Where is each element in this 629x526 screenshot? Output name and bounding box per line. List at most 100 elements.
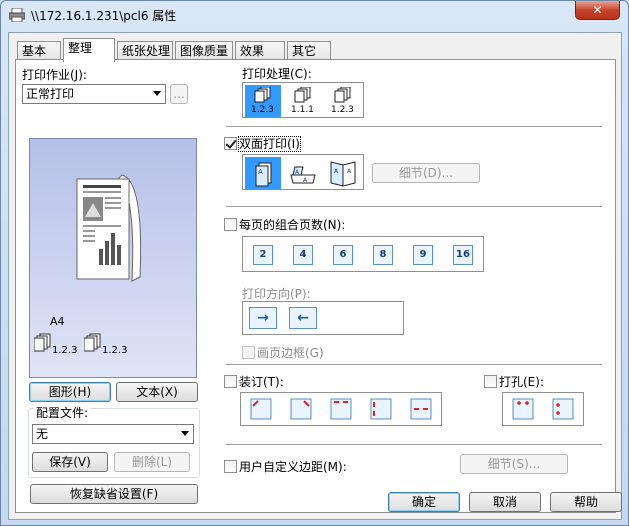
print-job-select[interactable]: 正常打印 (22, 84, 166, 104)
checkbox-icon (224, 375, 237, 388)
option-caption: 1.2.3 (251, 105, 274, 115)
staple-top-dual-icon (330, 398, 352, 420)
custom-margin-details-button[interactable]: 细节(S)... (460, 454, 568, 474)
printer-icon (9, 8, 25, 22)
punch-top-option[interactable] (505, 395, 541, 423)
collate-option[interactable]: 1.2.3 (245, 85, 281, 117)
page-border-label: 画页边框(G) (257, 346, 324, 360)
config-value: 无 (36, 427, 49, 441)
duplex-booklet-option[interactable]: A A (325, 157, 361, 189)
config-select[interactable]: 无 (32, 424, 194, 444)
punch-group (502, 392, 584, 426)
orientation-ltr-option[interactable]: → (245, 304, 281, 332)
save-config-button[interactable]: 保存(V) (32, 452, 108, 472)
staple-left-dual-icon (370, 398, 392, 420)
sample-order-label: 1.2.3 (52, 345, 78, 356)
staple-left-dual-option[interactable] (363, 395, 399, 423)
tab-other[interactable]: 其它 (287, 41, 331, 61)
offset-option[interactable]: 1.2.3 (325, 85, 361, 117)
staple-label: 装订(T): (239, 375, 284, 389)
graphic-view-button[interactable]: 图形(H) (29, 382, 111, 402)
tab-basic[interactable]: 基本 (17, 41, 61, 61)
duplex-short-edge-option[interactable]: A A (285, 157, 321, 189)
nup-9-icon: 9 (413, 245, 433, 265)
staple-top-dual-option[interactable] (323, 395, 359, 423)
custom-margin-label: 用户自定义边距(M): (239, 460, 347, 474)
booklet-icon: A A (330, 161, 356, 187)
staple-top-left-option[interactable] (243, 395, 279, 423)
tab-image-quality[interactable]: 图像质量 (175, 41, 233, 61)
finishing-panel: 打印作业(J): 正常打印 ... A4 1.2.3 1.2.3 图形(H) 文… (15, 59, 622, 513)
custom-margin-checkbox[interactable]: 用户自定义边距(M): (224, 458, 347, 475)
duplex-details-button[interactable]: 细节(D)... (372, 163, 480, 183)
nup-option-2[interactable]: 2 (245, 239, 281, 271)
duplex-short-edge-icon: A A (290, 166, 316, 184)
orientation-rtl-option[interactable]: ← (285, 304, 321, 332)
group-option[interactable]: 1.1.1 (285, 85, 321, 117)
staple-top-right-icon (290, 398, 312, 420)
staple-center-option[interactable] (403, 395, 439, 423)
nup-checkbox[interactable]: 每页的组合页数(N): (224, 216, 345, 233)
title-bar[interactable]: \\172.16.1.231\pcl6 属性 ✕ (1, 1, 628, 29)
staple-center-icon (410, 398, 432, 420)
orientation-label: 打印方向(P): (242, 287, 311, 301)
staple-top-left-icon (250, 398, 272, 420)
duplex-long-edge-option[interactable]: A (245, 157, 281, 189)
staple-checkbox[interactable]: 装订(T): (224, 373, 284, 390)
cancel-button[interactable]: 取消 (469, 492, 541, 512)
restore-defaults-button[interactable]: 恢复缺省设置(F) (30, 484, 198, 504)
separator (226, 126, 602, 128)
separator (226, 206, 602, 208)
tab-effects[interactable]: 效果 (235, 41, 285, 61)
ok-button[interactable]: 确定 (388, 492, 460, 512)
nup-option-4[interactable]: 4 (285, 239, 321, 271)
nup-option-6[interactable]: 6 (325, 239, 361, 271)
chevron-down-icon (181, 431, 189, 436)
punch-top-icon (512, 398, 534, 420)
staple-group (240, 392, 442, 426)
separator (226, 364, 602, 366)
print-processing-group: 1.2.3 1.1.1 1.2.3 (242, 82, 364, 118)
checkbox-icon (484, 375, 497, 388)
punch-checkbox[interactable]: 打孔(E): (484, 373, 544, 390)
nup-6-icon: 6 (333, 245, 353, 265)
sample-order-label: 1.2.3 (102, 345, 128, 356)
staple-top-right-option[interactable] (283, 395, 319, 423)
punch-label: 打孔(E): (499, 375, 544, 389)
tab-finishing[interactable]: 整理 (63, 38, 115, 62)
print-processing-label: 打印处理(C): (242, 67, 312, 81)
nup-label: 每页的组合页数(N): (239, 218, 346, 232)
collate-icon (34, 333, 51, 352)
window-title: \\172.16.1.231\pcl6 属性 (31, 9, 177, 23)
help-button[interactable]: 帮助 (550, 492, 622, 512)
collate-icon (84, 333, 101, 352)
nup-16-icon: 16 (453, 245, 473, 265)
arrow-left-icon: ← (289, 307, 317, 329)
print-job-label: 打印作业(J): (22, 68, 87, 82)
checkbox-icon (224, 460, 237, 473)
close-button[interactable]: ✕ (575, 1, 620, 20)
page-border-checkbox[interactable]: 画页边框(G) (242, 344, 324, 361)
delete-config-button[interactable]: 删除(L) (114, 452, 190, 472)
duplex-label: 双面打印(I) (238, 136, 301, 152)
tab-paper-handling[interactable]: 纸张处理 (117, 41, 173, 61)
nup-option-8[interactable]: 8 (365, 239, 401, 271)
config-label: 配置文件: (34, 404, 91, 421)
nup-2-icon: 2 (253, 245, 273, 265)
nup-option-9[interactable]: 9 (405, 239, 441, 271)
dialog-client: 基本 整理 纸张处理 图像质量 效果 其它 打印作业(J): 正常打印 ... (8, 32, 622, 520)
properties-window: \\172.16.1.231\pcl6 属性 ✕ 基本 整理 纸张处理 图像质量… (0, 0, 629, 526)
nup-group: 2 4 6 8 9 16 (242, 236, 484, 272)
duplex-checkbox[interactable]: 双面打印(I) (224, 135, 301, 152)
arrow-right-icon: → (249, 307, 277, 329)
nup-option-16[interactable]: 16 (445, 239, 481, 271)
text-view-button[interactable]: 文本(X) (116, 382, 198, 402)
orientation-group: → ← (242, 301, 404, 335)
more-button[interactable]: ... (170, 84, 188, 104)
chevron-down-icon (153, 91, 161, 96)
offset-icon (334, 87, 351, 103)
nup-4-icon: 4 (293, 245, 313, 265)
group-icon (294, 87, 311, 103)
option-caption: 1.1.1 (291, 105, 314, 115)
punch-left-option[interactable] (545, 395, 581, 423)
